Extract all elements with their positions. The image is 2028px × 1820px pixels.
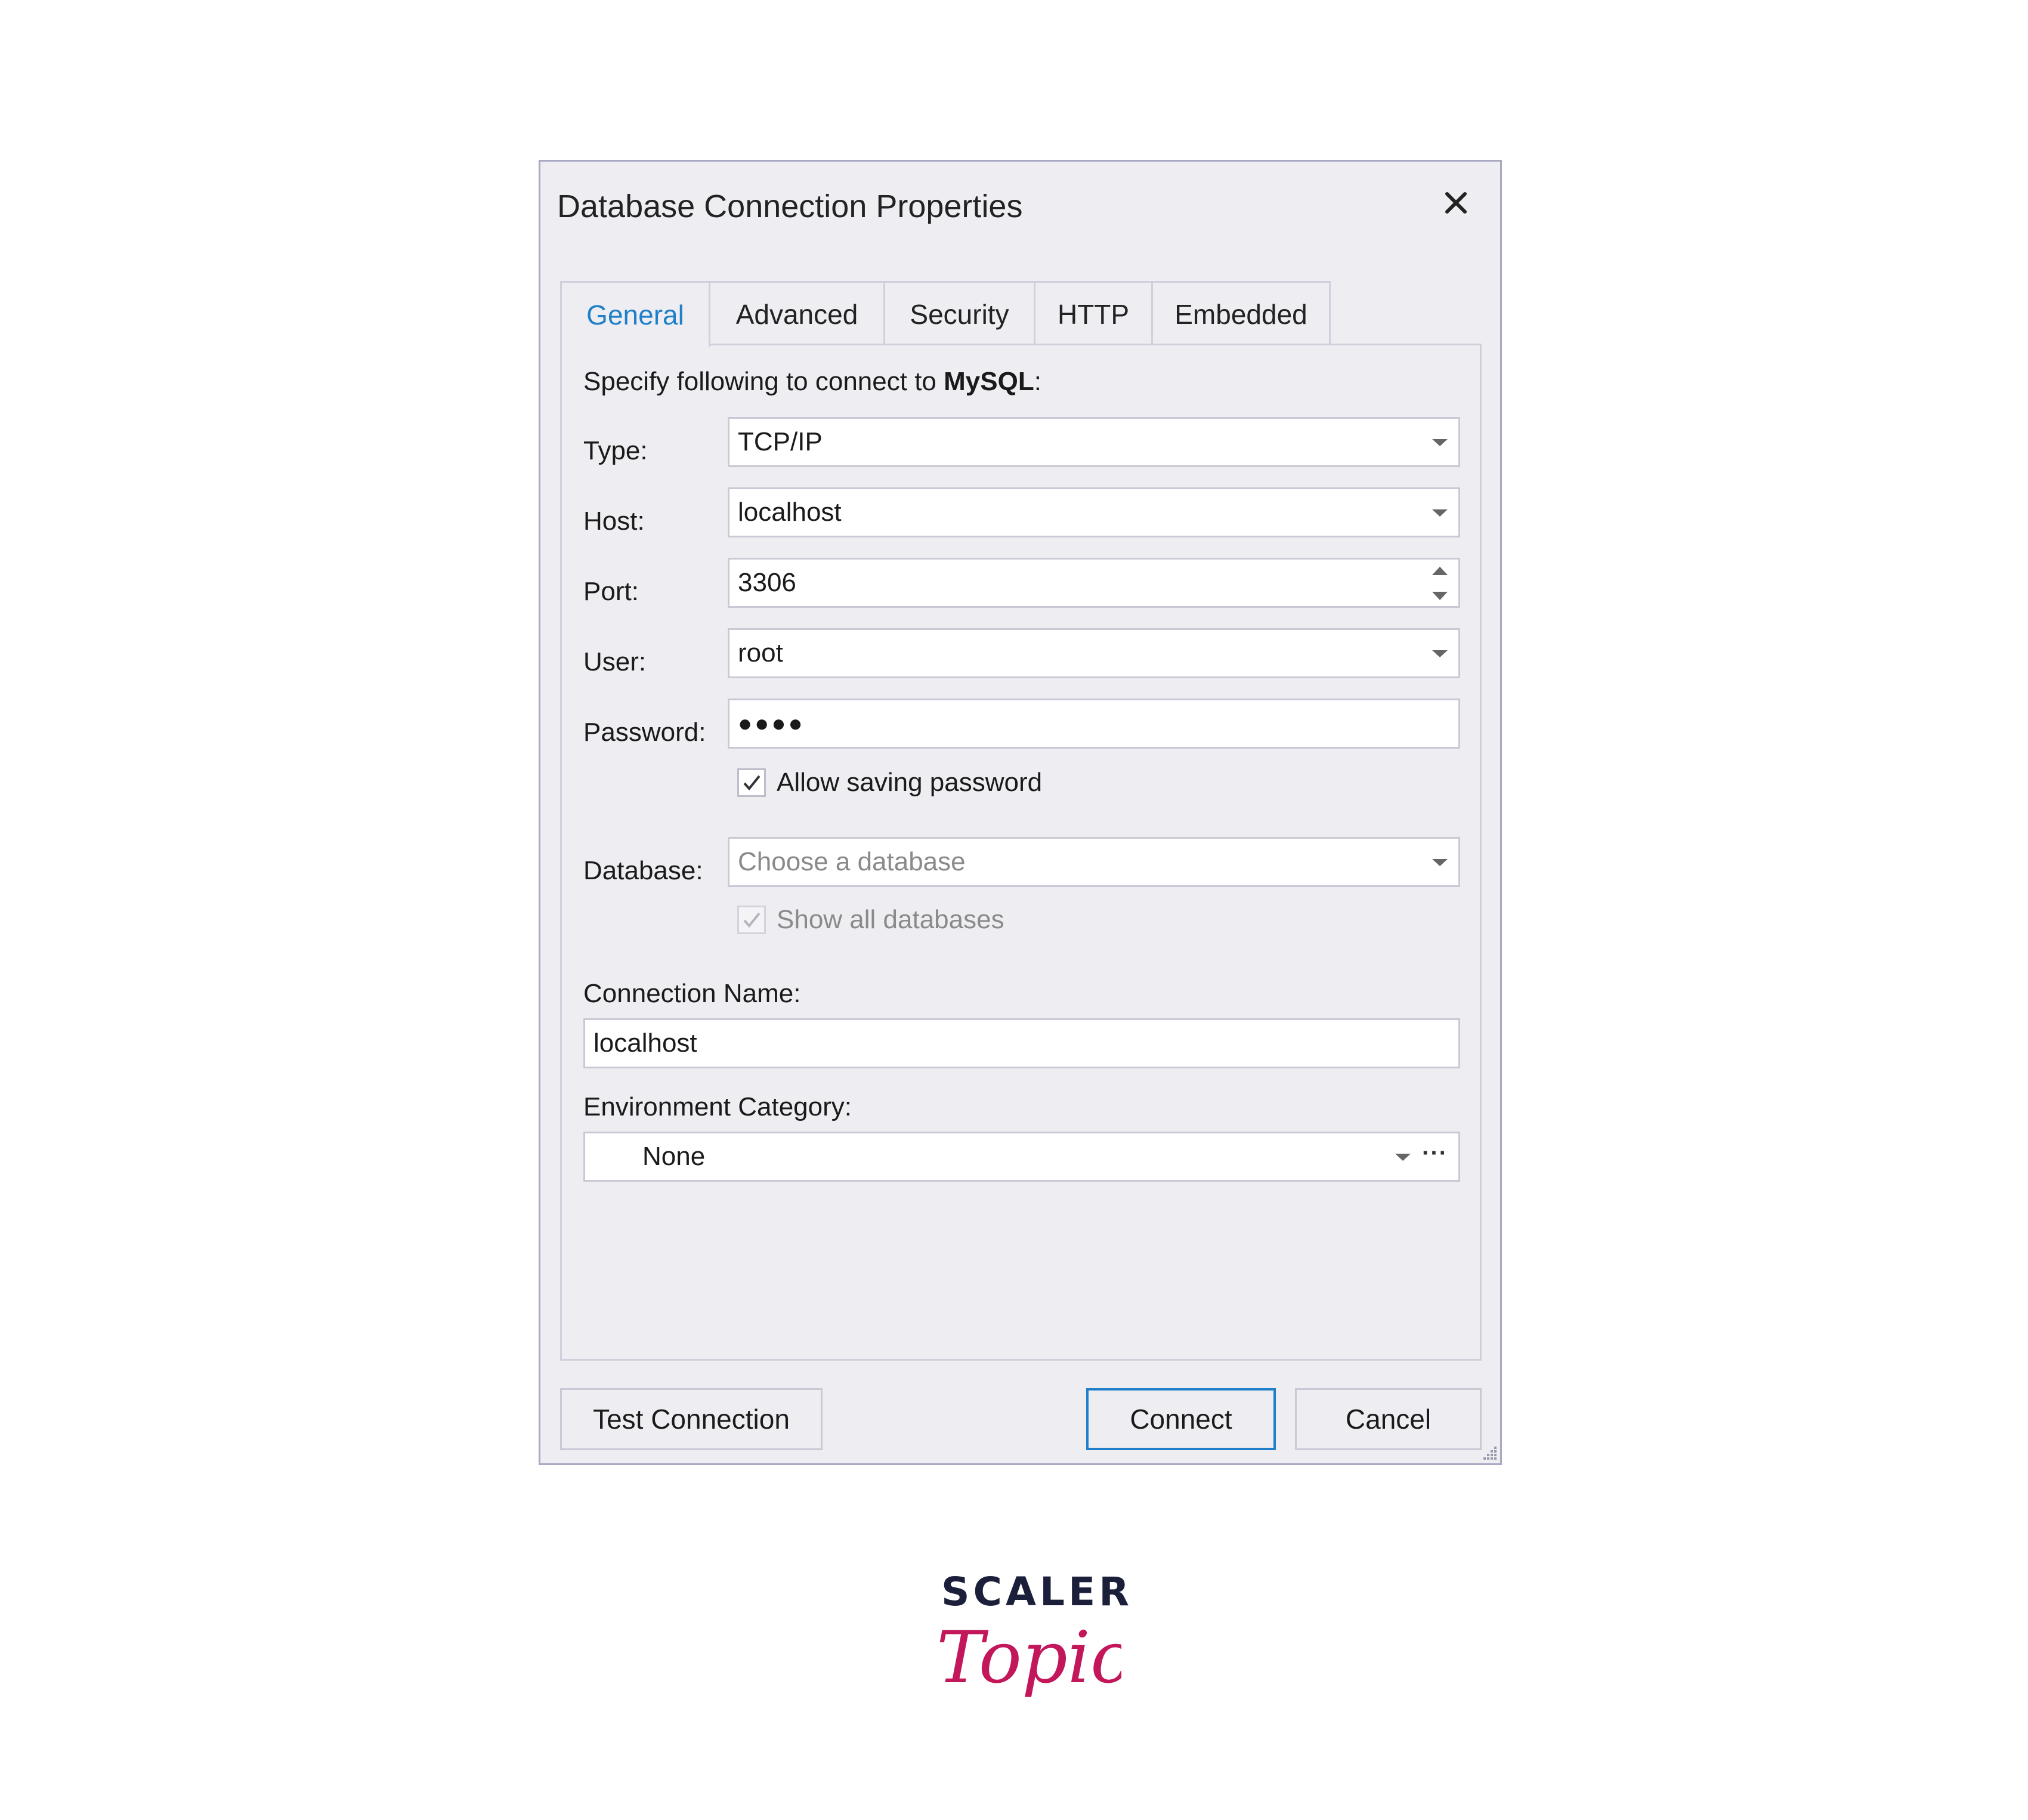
tab-security[interactable]: Security	[883, 281, 1035, 345]
tab-general[interactable]: General	[560, 281, 710, 347]
tab-bar: General Advanced Security HTTP Embedded	[560, 281, 1331, 347]
scaler-topics-logo: SCALER Topics	[930, 1569, 1129, 1736]
database-connection-dialog: Database Connection Properties General A…	[539, 160, 1502, 1465]
user-value: root	[738, 638, 783, 668]
password-label: Password:	[583, 718, 706, 747]
host-combobox[interactable]: localhost	[728, 487, 1460, 537]
connection-name-input[interactable]: localhost	[583, 1018, 1460, 1068]
cancel-button[interactable]: Cancel	[1295, 1388, 1482, 1450]
database-placeholder: Choose a database	[738, 847, 966, 876]
connect-button[interactable]: Connect	[1086, 1388, 1276, 1450]
port-label: Port:	[583, 577, 639, 606]
allow-saving-password-row[interactable]: Allow saving password	[737, 768, 1042, 798]
resize-grip-icon[interactable]	[1480, 1443, 1498, 1461]
type-value: TCP/IP	[738, 427, 823, 456]
general-panel: Specify following to connect to MySQL: T…	[560, 344, 1482, 1361]
allow-saving-password-label: Allow saving password	[777, 768, 1043, 797]
password-field[interactable]: ●●●●	[728, 699, 1460, 749]
checkmark-icon	[743, 775, 760, 791]
type-label: Type:	[583, 436, 648, 465]
intro-text: Specify following to connect to MySQL:	[583, 367, 1041, 396]
logo-wordmark-bottom: Topics	[936, 1617, 1121, 1700]
database-select[interactable]: Choose a database	[728, 837, 1460, 887]
connection-name-label: Connection Name:	[583, 979, 801, 1008]
logo-wordmark-top: SCALER	[941, 1569, 1133, 1615]
host-value: localhost	[738, 498, 842, 527]
allow-saving-password-checkbox[interactable]	[737, 768, 766, 797]
environment-category-select[interactable]: None ···	[583, 1132, 1460, 1182]
connection-name-value: localhost	[593, 1028, 697, 1058]
environment-category-label: Environment Category:	[583, 1092, 852, 1121]
chevron-down-icon[interactable]	[1432, 509, 1448, 517]
show-all-databases-label: Show all databases	[777, 905, 1004, 934]
database-label: Database:	[583, 856, 703, 885]
user-combobox[interactable]: root	[728, 628, 1460, 678]
environment-category-value: None	[642, 1142, 706, 1171]
tab-embedded[interactable]: Embedded	[1151, 281, 1331, 345]
show-all-databases-checkbox	[737, 906, 766, 934]
spin-buttons[interactable]	[1430, 566, 1450, 601]
spin-up-icon[interactable]	[1432, 567, 1448, 575]
more-options-button[interactable]: ···	[1422, 1141, 1448, 1165]
user-label: User:	[583, 647, 647, 676]
chevron-down-icon[interactable]	[1395, 1154, 1411, 1161]
chevron-down-icon[interactable]	[1432, 859, 1448, 866]
type-select[interactable]: TCP/IP	[728, 417, 1460, 467]
tab-http[interactable]: HTTP	[1034, 281, 1153, 345]
spin-down-icon[interactable]	[1432, 592, 1448, 600]
chevron-down-icon[interactable]	[1432, 439, 1448, 446]
show-all-databases-row: Show all databases	[737, 905, 1004, 935]
chevron-down-icon[interactable]	[1432, 650, 1448, 657]
host-label: Host:	[583, 506, 645, 536]
port-value: 3306	[738, 568, 796, 597]
dialog-title: Database Connection Properties	[557, 189, 1023, 224]
close-icon[interactable]	[1435, 182, 1477, 224]
password-mask: ●●●●	[738, 710, 805, 737]
logo-topics-script: Topics	[936, 1617, 1121, 1700]
test-connection-button[interactable]: Test Connection	[560, 1388, 823, 1450]
port-stepper[interactable]: 3306	[728, 558, 1460, 608]
checkmark-icon	[743, 912, 760, 928]
tab-advanced[interactable]: Advanced	[709, 281, 885, 345]
